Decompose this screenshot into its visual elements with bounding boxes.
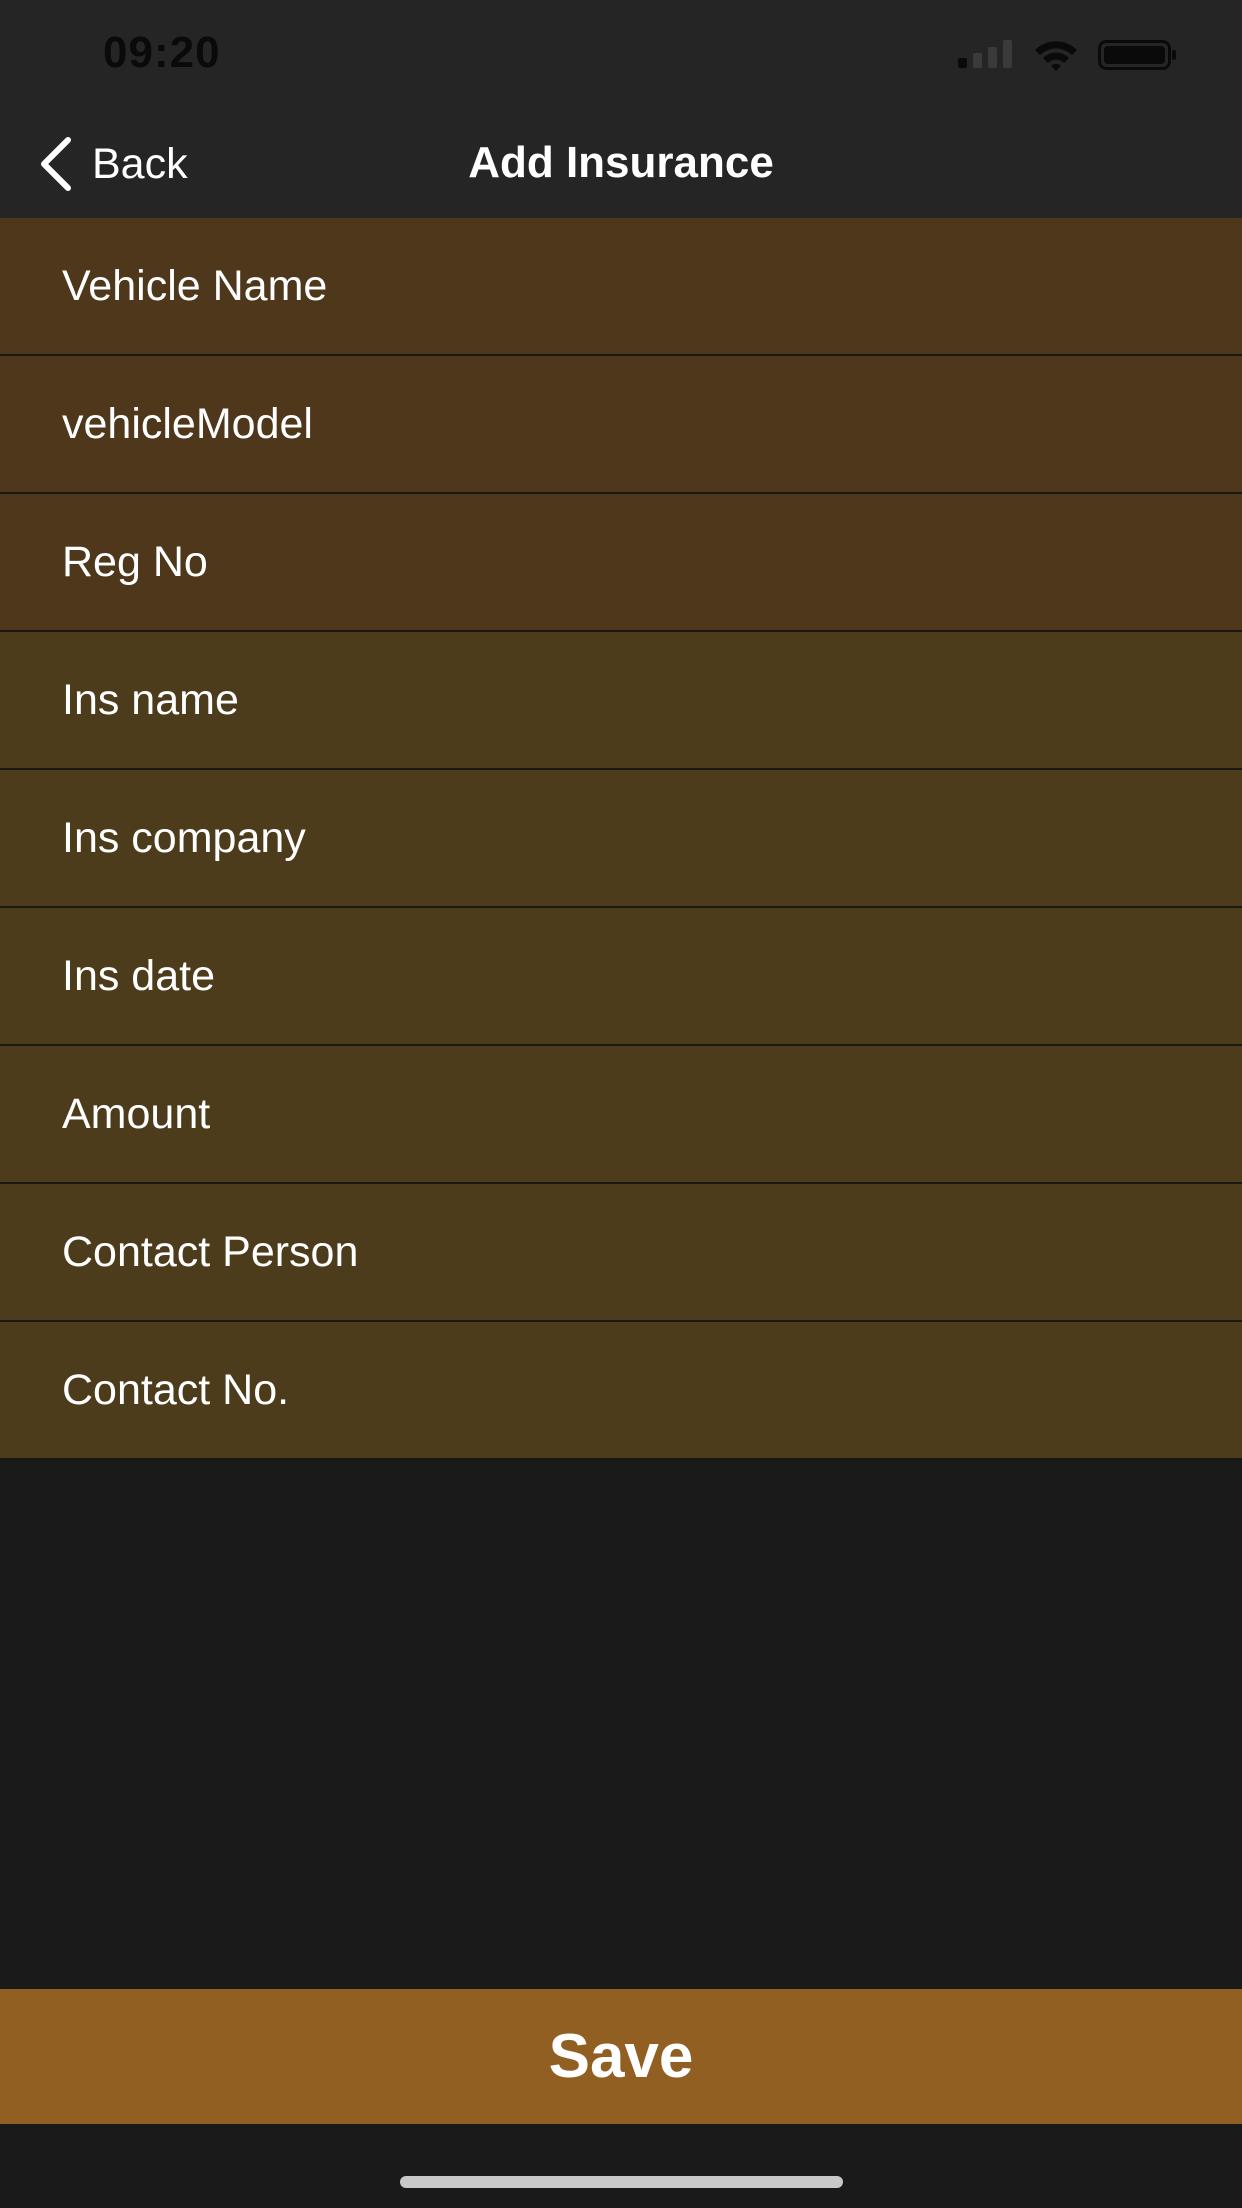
vehicle-name-input[interactable] [0, 218, 1242, 354]
status-time: 09:20 [103, 28, 221, 77]
amount-input[interactable] [0, 1046, 1242, 1182]
ins-date-input[interactable] [0, 908, 1242, 1044]
contact-no-input[interactable] [0, 1322, 1242, 1458]
contact-person-row [0, 1184, 1242, 1322]
battery-icon [1098, 40, 1176, 70]
vehicle-model-row [0, 356, 1242, 494]
vehicle-name-row [0, 218, 1242, 356]
contact-person-input[interactable] [0, 1184, 1242, 1320]
navigation-bar: Back Add Insurance [0, 110, 1242, 218]
ins-date-row [0, 908, 1242, 1046]
ins-name-row [0, 632, 1242, 770]
page-title: Add Insurance [468, 138, 774, 187]
ins-company-input[interactable] [0, 770, 1242, 906]
home-indicator[interactable] [400, 2176, 843, 2188]
ins-company-row [0, 770, 1242, 908]
reg-no-input[interactable] [0, 494, 1242, 630]
wifi-icon [1035, 41, 1077, 71]
save-button[interactable]: Save [0, 1989, 1242, 2124]
add-insurance-screen: 09:20 Back Add Insurance Vehicle Name ve… [0, 0, 1242, 2208]
ins-name-input[interactable] [0, 632, 1242, 768]
reg-no-row [0, 494, 1242, 632]
insurance-form [0, 218, 1242, 1460]
cellular-signal-icon [958, 40, 1012, 68]
vehicle-model-input[interactable] [0, 356, 1242, 492]
amount-row [0, 1046, 1242, 1184]
contact-no-row [0, 1322, 1242, 1460]
status-bar: 09:20 [0, 0, 1242, 110]
